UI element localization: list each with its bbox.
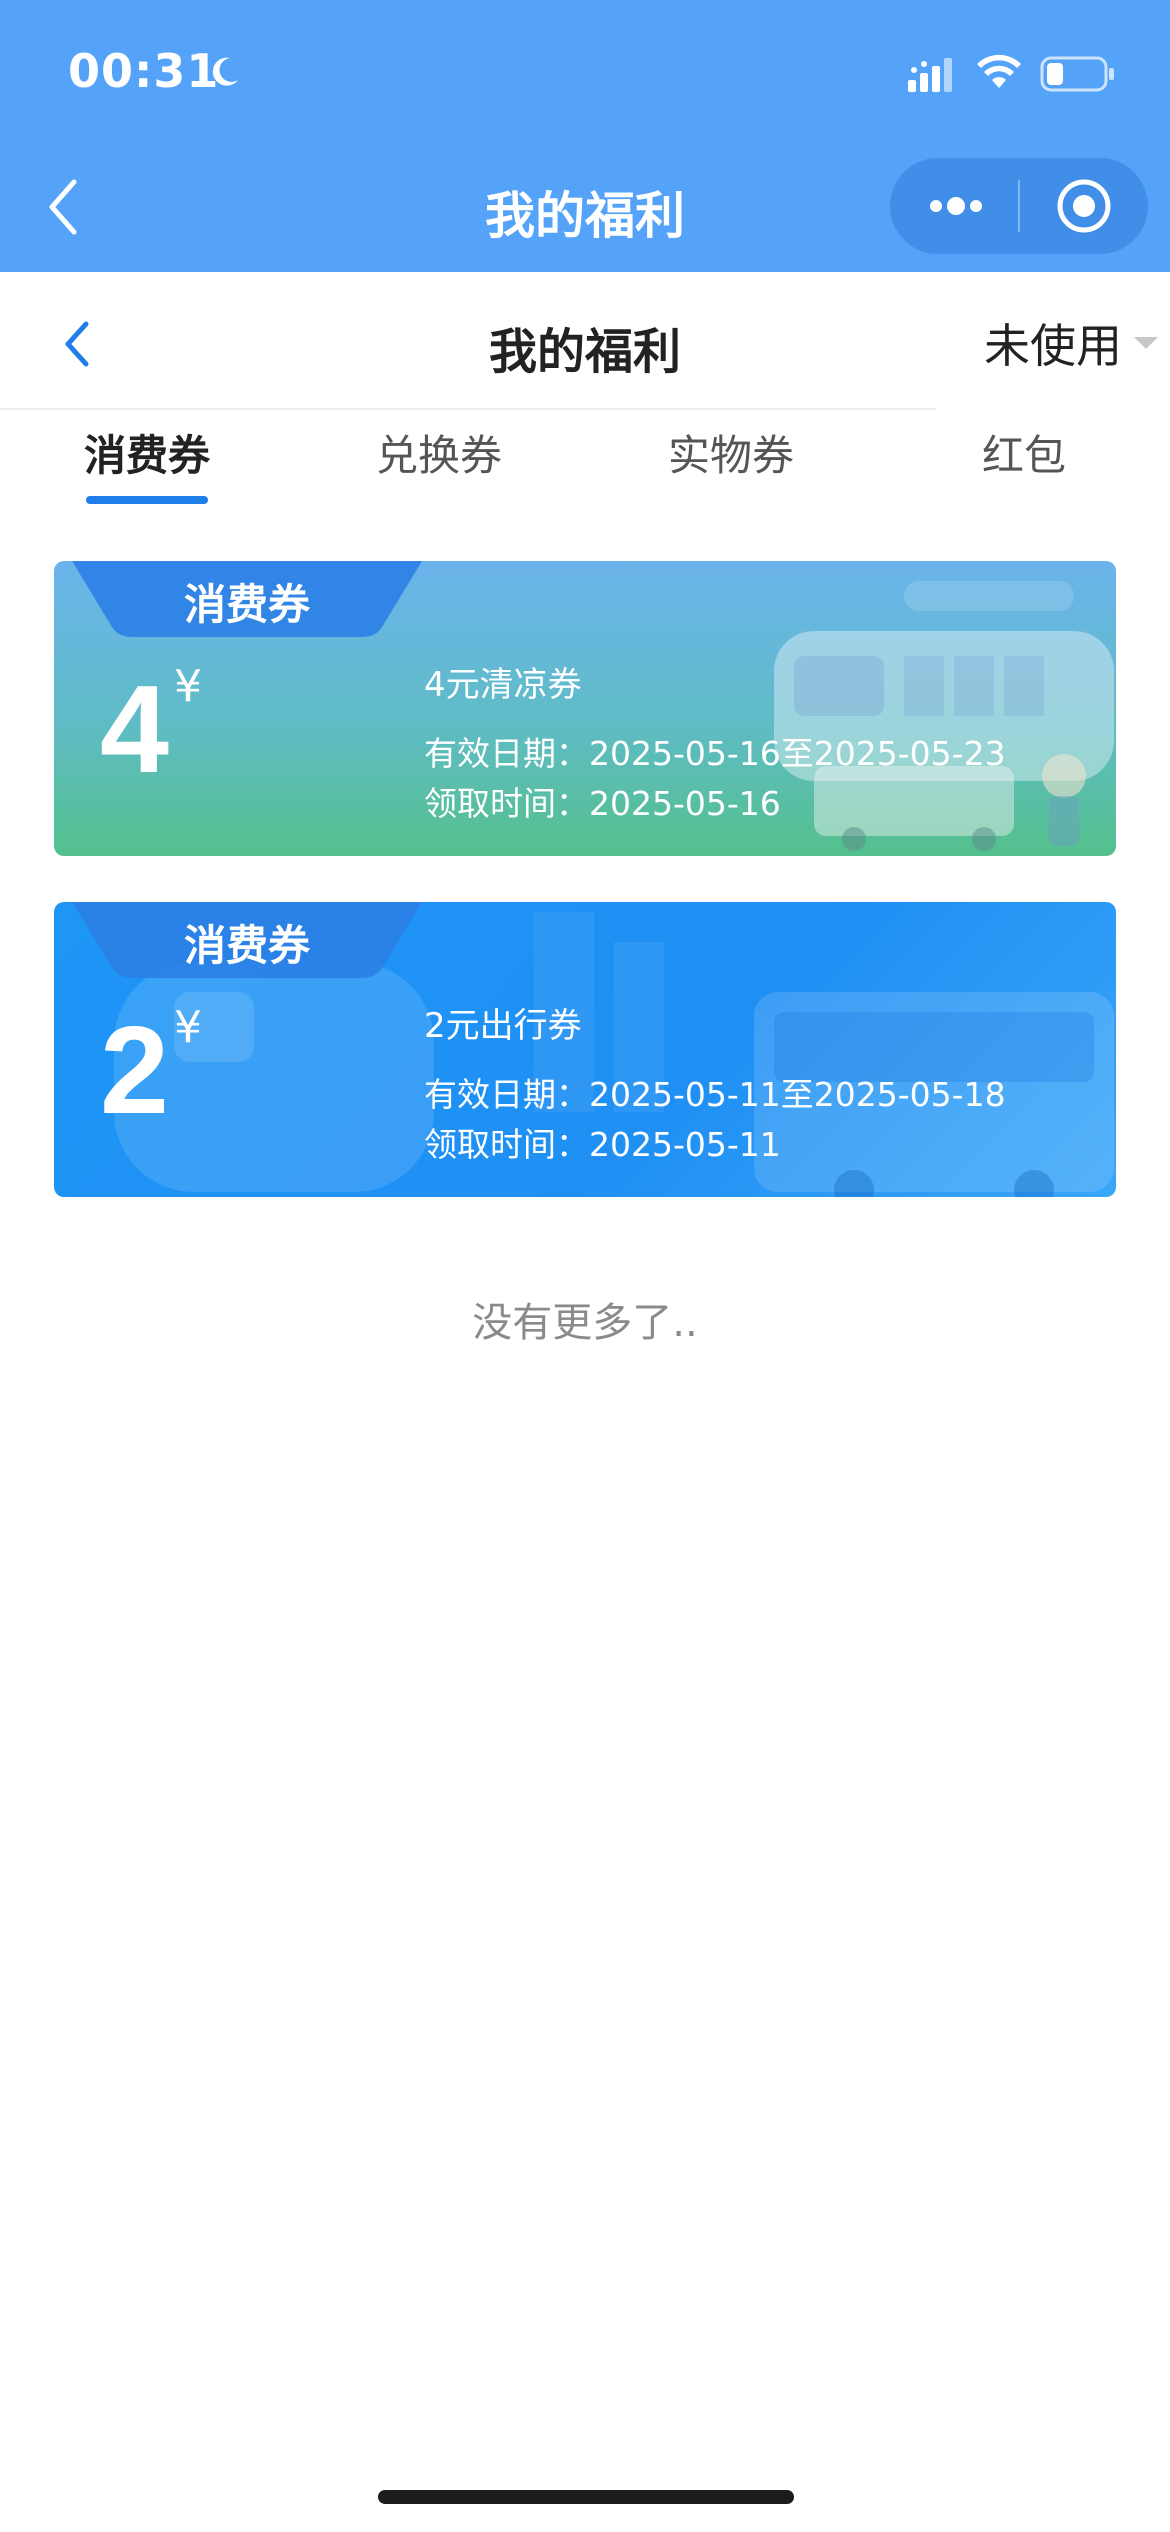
signal-icon [908,58,952,92]
tab-red-packet[interactable]: 红包 [982,422,1066,483]
no-more-text: 没有更多了.. [472,1300,698,1346]
coupon-valid-date: 有效日期：2025-05-11至2025-05-18 [424,1075,1006,1114]
page: 00:31 我的福利 我的福利 未使用 消费券 兑换券 实物券 红包 消费券 4… [0,0,1170,2532]
battery-icon [1040,56,1114,92]
currency-symbol: ¥ [174,661,202,712]
coupon-card[interactable]: 消费券 2 ¥ 2元出行券 有效日期：2025-05-11至2025-05-18… [54,902,1116,1197]
moon-icon [212,57,238,86]
caret-down-icon[interactable] [1132,334,1160,352]
coupon-amount: 4 [100,661,169,799]
tab-active-indicator [86,496,208,504]
coupon-tag: 消费券 [183,580,310,629]
more-icon[interactable] [926,190,986,222]
coupon-amount: 2 [100,1002,169,1140]
tab-exchange[interactable]: 兑换券 [376,422,502,483]
capsule-divider [1018,180,1020,232]
wifi-icon [977,54,1021,88]
coupon-valid-date: 有效日期：2025-05-16至2025-05-23 [424,734,1006,773]
target-icon[interactable] [1054,176,1114,236]
tab-physical[interactable]: 实物券 [668,422,794,483]
coupon-received-time: 领取时间：2025-05-11 [424,1125,781,1164]
coupon-tag: 消费券 [183,921,310,970]
coupon-received-time: 领取时间：2025-05-16 [424,784,781,823]
coupon-name: 2元出行券 [424,1006,582,1046]
top-bar: 00:31 我的福利 [0,0,1170,272]
home-indicator[interactable] [378,2490,794,2504]
coupon-tabs: 消费券 兑换券 实物券 红包 [0,410,1170,520]
status-time: 00:31 [68,44,220,98]
capsule-menu [890,158,1148,254]
sub-header: 我的福利 未使用 [0,272,1170,410]
coupon-card[interactable]: 消费券 4 ¥ 4元清凉券 有效日期：2025-05-16至2025-05-23… [54,561,1116,856]
coupon-name: 4元清凉券 [424,665,582,705]
tab-consumption[interactable]: 消费券 [84,422,210,483]
currency-symbol: ¥ [174,1002,202,1053]
filter-dropdown[interactable]: 未使用 [984,310,1122,376]
